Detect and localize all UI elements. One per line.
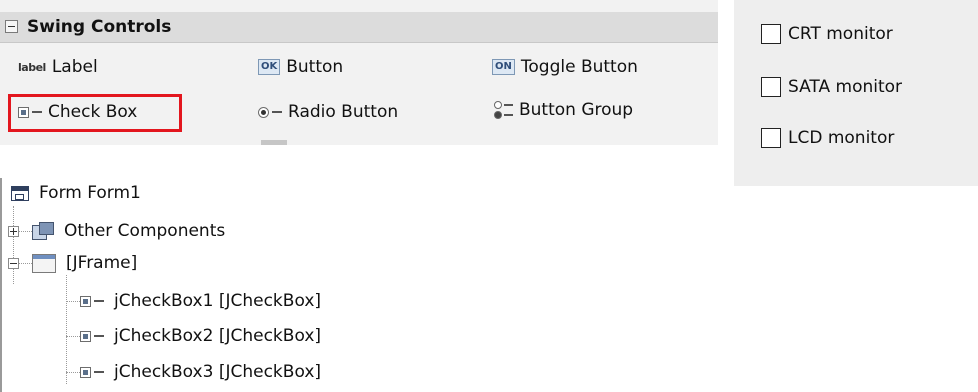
button-group-icon xyxy=(494,101,513,119)
button-icon: OK xyxy=(258,59,281,75)
tree-node-label: Form Form1 xyxy=(39,183,141,203)
palette-item-button-text: Button xyxy=(286,57,344,77)
tree-node-label: jCheckBox1 [JCheckBox] xyxy=(114,291,322,311)
checkbox-label: CRT monitor xyxy=(788,24,893,44)
preview-panel: CRT monitor SATA monitor LCD monitor xyxy=(734,0,978,186)
highlight-box xyxy=(8,94,182,132)
expand-icon[interactable] xyxy=(8,226,19,237)
palette-item-toggle-button-text: Toggle Button xyxy=(520,57,638,77)
collapse-icon[interactable] xyxy=(8,258,19,269)
other-components-icon xyxy=(32,222,54,240)
palette-item-label-text: Label xyxy=(51,57,98,77)
palette-item-button[interactable]: OK Button xyxy=(258,53,343,81)
tree-node-jcheckbox2[interactable]: jCheckBox2 [JCheckBox] xyxy=(80,322,321,350)
checkbox-sata-monitor[interactable]: SATA monitor xyxy=(761,75,902,99)
checkbox-label: LCD monitor xyxy=(788,128,895,148)
palette-item-button-group-text: Button Group xyxy=(519,100,634,120)
tree-node-label: Other Components xyxy=(64,221,226,241)
tree-node-jcheckbox1[interactable]: jCheckBox1 [JCheckBox] xyxy=(80,287,321,315)
collapse-icon[interactable] xyxy=(5,20,18,33)
tree-node-label: jCheckBox3 [JCheckBox] xyxy=(114,362,322,382)
form-icon xyxy=(11,185,29,201)
palette-item-toggle-button[interactable]: ON Toggle Button xyxy=(492,53,638,81)
palette-panel: Swing Controls label Label OK Button ON … xyxy=(0,0,718,145)
checkbox-icon xyxy=(80,295,104,307)
palette-item-button-group[interactable]: Button Group xyxy=(494,96,633,124)
tree-node-other-components[interactable]: Other Components xyxy=(32,217,225,245)
palette-category-header[interactable]: Swing Controls xyxy=(0,12,718,43)
palette-item-label[interactable]: label Label xyxy=(18,53,98,81)
palette-item-radio-button-text: Radio Button xyxy=(288,102,399,122)
navigator-tree: Form Form1 Other Components [JFrame] jCh… xyxy=(0,178,560,392)
next-row-item-partial xyxy=(261,140,287,145)
jframe-icon xyxy=(32,253,56,273)
toggle-button-icon: ON xyxy=(492,59,515,75)
palette-item-radio-button[interactable]: Radio Button xyxy=(258,98,398,126)
palette-category-title: Swing Controls xyxy=(27,17,172,37)
checkbox-box[interactable] xyxy=(761,24,781,44)
tree-node-form[interactable]: Form Form1 xyxy=(11,179,141,207)
tree-node-label: jCheckBox2 [JCheckBox] xyxy=(114,326,322,346)
checkbox-box[interactable] xyxy=(761,77,781,97)
radio-button-icon xyxy=(258,106,282,118)
tree-node-jcheckbox3[interactable]: jCheckBox3 [JCheckBox] xyxy=(80,358,321,386)
checkbox-label: SATA monitor xyxy=(788,77,903,97)
tree-left-border xyxy=(0,178,2,392)
checkbox-lcd-monitor[interactable]: LCD monitor xyxy=(761,126,894,150)
checkbox-icon xyxy=(80,366,104,378)
label-icon: label xyxy=(18,60,46,74)
checkbox-crt-monitor[interactable]: CRT monitor xyxy=(761,22,893,46)
tree-node-jframe[interactable]: [JFrame] xyxy=(32,249,137,277)
checkbox-icon xyxy=(80,330,104,342)
checkbox-box[interactable] xyxy=(761,128,781,148)
tree-node-label: [JFrame] xyxy=(66,253,138,273)
